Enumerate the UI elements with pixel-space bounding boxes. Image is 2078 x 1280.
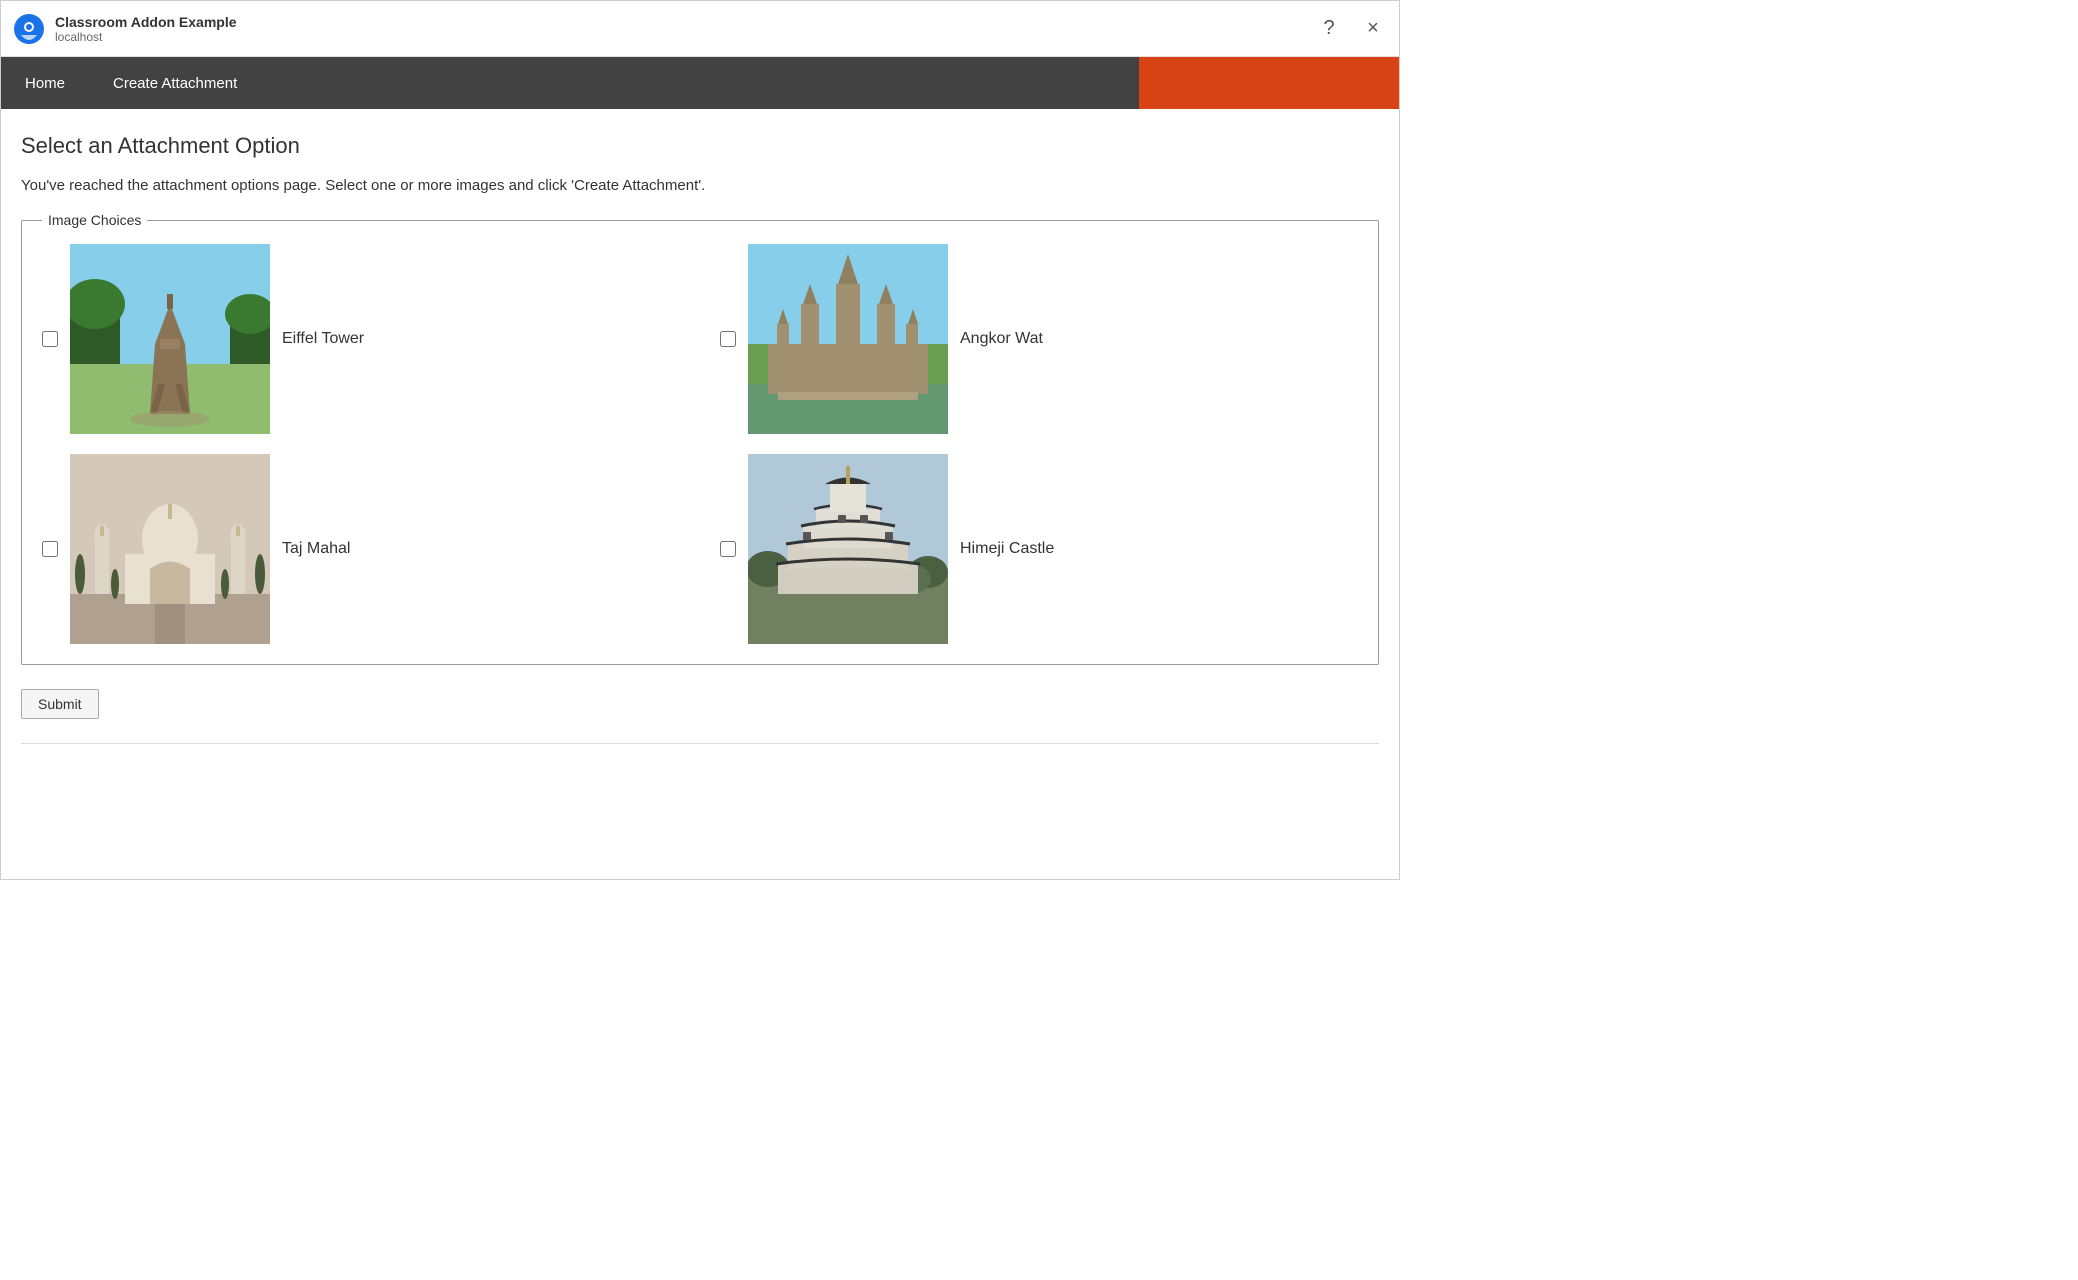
image-eiffel — [70, 244, 270, 434]
checkbox-taj[interactable] — [42, 541, 58, 557]
title-info: Classroom Addon Example localhost — [55, 14, 237, 44]
label-himeji: Himeji Castle — [960, 540, 1054, 558]
image-taj — [70, 454, 270, 644]
page-heading: Select an Attachment Option — [21, 133, 1379, 159]
image-choices-legend: Image Choices — [42, 212, 147, 228]
page-content: Select an Attachment Option You've reach… — [1, 109, 1399, 768]
image-item-angkor: Angkor Wat — [720, 244, 1358, 434]
image-himeji — [748, 454, 948, 644]
label-taj: Taj Mahal — [282, 540, 350, 558]
help-button[interactable]: ? — [1315, 15, 1343, 43]
image-item-taj: Taj Mahal — [42, 454, 680, 644]
footer-divider — [21, 743, 1379, 744]
checkbox-eiffel[interactable] — [42, 331, 58, 347]
image-item-himeji: Himeji Castle — [720, 454, 1358, 644]
image-grid: Eiffel Tower — [42, 244, 1358, 644]
title-bar: Classroom Addon Example localhost ? × — [1, 1, 1399, 57]
checkbox-angkor[interactable] — [720, 331, 736, 347]
image-choices-fieldset: Image Choices — [21, 212, 1379, 665]
title-bar-left: Classroom Addon Example localhost — [13, 13, 237, 45]
title-bar-right: ? × — [1315, 15, 1387, 43]
page-description: You've reached the attachment options pa… — [21, 177, 1379, 194]
app-title: Classroom Addon Example — [55, 14, 237, 30]
nav-accent-block — [1139, 57, 1399, 109]
app-icon — [13, 13, 45, 45]
checkbox-himeji[interactable] — [720, 541, 736, 557]
nav-create-attachment[interactable]: Create Attachment — [89, 57, 261, 109]
submit-button[interactable]: Submit — [21, 689, 99, 719]
image-angkor — [748, 244, 948, 434]
nav-home[interactable]: Home — [1, 57, 89, 109]
image-item-eiffel: Eiffel Tower — [42, 244, 680, 434]
nav-bar: Home Create Attachment — [1, 57, 1399, 109]
nav-spacer — [261, 57, 1139, 109]
close-button[interactable]: × — [1359, 15, 1387, 43]
label-eiffel: Eiffel Tower — [282, 330, 364, 348]
app-url: localhost — [55, 30, 237, 44]
label-angkor: Angkor Wat — [960, 330, 1043, 348]
